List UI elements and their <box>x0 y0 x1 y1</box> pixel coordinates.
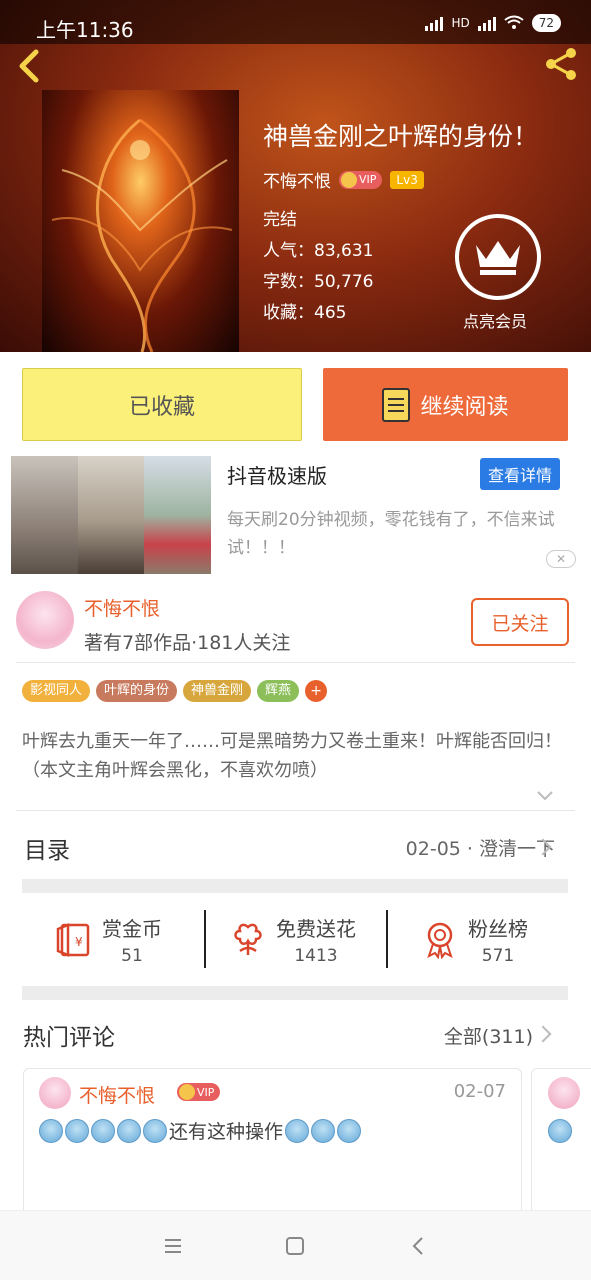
fans-ranking-button[interactable]: 粉丝榜 571 <box>420 910 591 968</box>
comment-card[interactable] <box>531 1068 591 1218</box>
share-icon[interactable] <box>541 44 581 84</box>
back-nav-icon[interactable] <box>406 1233 432 1259</box>
book-cover-image[interactable] <box>42 90 239 352</box>
book-popularity: 人气：83,631 <box>263 241 374 261</box>
book-hero: 上午11:36 HD 72 神兽金刚之叶辉的身份！ 不悔不恨 VIP Lv3 完… <box>0 0 591 352</box>
comment-text: 还有这种操作 <box>169 1121 284 1143</box>
continue-reading-button[interactable]: 继续阅读 <box>323 368 568 441</box>
book-icon <box>382 387 411 422</box>
vip-badge: VIP <box>339 170 383 189</box>
tag-3[interactable]: 辉燕 <box>257 680 300 702</box>
sweat-emoji-icon <box>143 1118 167 1143</box>
reward-value: 51 <box>121 945 143 966</box>
chevron-down-icon[interactable] <box>536 789 554 803</box>
chevron-right-icon[interactable] <box>534 1025 552 1043</box>
ad-detail-button[interactable]: 查看详情 <box>480 458 561 490</box>
reward-label: 赏金币 <box>102 916 162 941</box>
sweat-emoji-icon <box>548 1119 572 1143</box>
flower-icon <box>234 923 262 955</box>
crown-icon <box>341 171 357 188</box>
collected-button[interactable]: 已收藏 <box>22 368 302 441</box>
follow-button[interactable]: 已关注 <box>471 598 569 646</box>
section-separator <box>22 879 568 893</box>
flower-value: 1413 <box>294 945 338 966</box>
book-title: 神兽金刚之叶辉的身份！ <box>263 122 539 151</box>
comment-date: 02-07 <box>453 1081 506 1102</box>
home-square-icon[interactable] <box>282 1233 308 1259</box>
red-envelope-icon: ¥ <box>56 923 90 957</box>
hot-comments-title: 热门评论 <box>23 1025 115 1051</box>
sweat-emoji-icon <box>65 1118 89 1143</box>
sweat-emoji-icon <box>91 1118 115 1143</box>
divider <box>386 910 388 968</box>
status-time: 上午11:36 <box>36 18 134 42</box>
level-badge: Lv3 <box>390 170 424 189</box>
author-section-info: 著有7部作品·181人关注 <box>84 632 291 654</box>
vip-label: VIP <box>197 1085 215 1099</box>
sweat-emoji-icon <box>311 1118 336 1143</box>
tag-2[interactable]: 神兽金刚 <box>183 680 252 702</box>
network-type: HD <box>451 16 470 30</box>
sweat-emoji-icon <box>39 1118 63 1143</box>
comment-body: 还有这种操作 <box>39 1117 362 1144</box>
ad-description: 每天刷20分钟视频，零花钱有了，不信来试试！！！ <box>227 510 555 558</box>
sweat-emoji-icon <box>117 1118 141 1143</box>
fans-value: 571 <box>481 945 515 966</box>
divider <box>204 910 206 968</box>
divider <box>16 810 575 811</box>
menu-icon[interactable] <box>160 1233 186 1259</box>
ad-title[interactable]: 抖音极速版 <box>227 460 327 489</box>
book-word-count: 字数：50,776 <box>263 272 374 292</box>
sweat-emoji-icon <box>337 1118 362 1143</box>
wifi-icon <box>504 15 524 29</box>
author-line: 不悔不恨 VIP Lv3 <box>263 167 424 192</box>
continue-reading-label: 继续阅读 <box>420 394 509 420</box>
crown-icon <box>179 1084 195 1100</box>
comment-card[interactable]: 不悔不恨 VIP 02-07 还有这种操作 <box>23 1068 522 1218</box>
ad-image[interactable] <box>11 456 212 574</box>
book-favorites: 收藏：465 <box>263 303 347 323</box>
toc-title[interactable]: 目录 <box>24 831 70 865</box>
status-icons: HD 72 <box>425 14 561 32</box>
vip-badge: VIP <box>177 1083 221 1101</box>
avatar[interactable] <box>39 1077 71 1109</box>
fans-label: 粉丝榜 <box>468 916 528 941</box>
back-arrow-icon[interactable] <box>14 48 44 84</box>
comment-author[interactable]: 不悔不恨 <box>79 1081 155 1108</box>
section-separator <box>22 986 568 1000</box>
flower-label: 免费送花 <box>276 916 356 941</box>
book-intro: 叶辉去九重天一年了……可是黑暗势力又卷土重来！叶辉能否回归！（本文主角叶辉会黑化… <box>22 731 562 781</box>
reward-coin-button[interactable]: ¥ 赏金币 51 <box>54 910 234 968</box>
crown-icon <box>455 214 541 300</box>
free-flower-button[interactable]: 免费送花 1413 <box>228 910 408 968</box>
status-bar: 上午11:36 HD 72 <box>0 0 591 44</box>
sweat-emoji-icon <box>285 1118 310 1143</box>
member-label: 点亮会员 <box>462 312 527 331</box>
signal-icon-2 <box>477 15 496 31</box>
system-nav-bar <box>0 1210 591 1280</box>
signal-icon <box>425 15 444 31</box>
phoenix-illustration <box>51 118 233 352</box>
book-meta: 完结 人气：83,631 字数：50,776 收藏：465 <box>263 205 373 329</box>
svg-text:¥: ¥ <box>75 935 83 949</box>
tag-0[interactable]: 影视同人 <box>22 680 91 702</box>
medal-icon <box>427 922 453 959</box>
author-section-name[interactable]: 不悔不恨 <box>84 594 160 621</box>
tag-list: 影视同人 叶辉的身份 神兽金刚 辉燕 + <box>22 680 328 702</box>
tag-1[interactable]: 叶辉的身份 <box>96 680 178 702</box>
battery-indicator: 72 <box>531 14 561 32</box>
toc-latest-chapter[interactable]: 02-05 · 澄清一下 <box>406 834 555 861</box>
member-button[interactable]: 点亮会员 <box>455 214 541 332</box>
book-status: 完结 <box>263 210 297 230</box>
divider <box>16 662 575 663</box>
avatar[interactable] <box>16 591 74 649</box>
author-name[interactable]: 不悔不恨 <box>263 167 331 192</box>
all-comments-link[interactable]: 全部(311) <box>444 1022 533 1049</box>
add-tag-button[interactable]: + <box>305 680 328 702</box>
vip-label: VIP <box>359 173 377 186</box>
ad-close-icon[interactable]: ✕ <box>546 550 576 568</box>
avatar <box>548 1077 580 1109</box>
